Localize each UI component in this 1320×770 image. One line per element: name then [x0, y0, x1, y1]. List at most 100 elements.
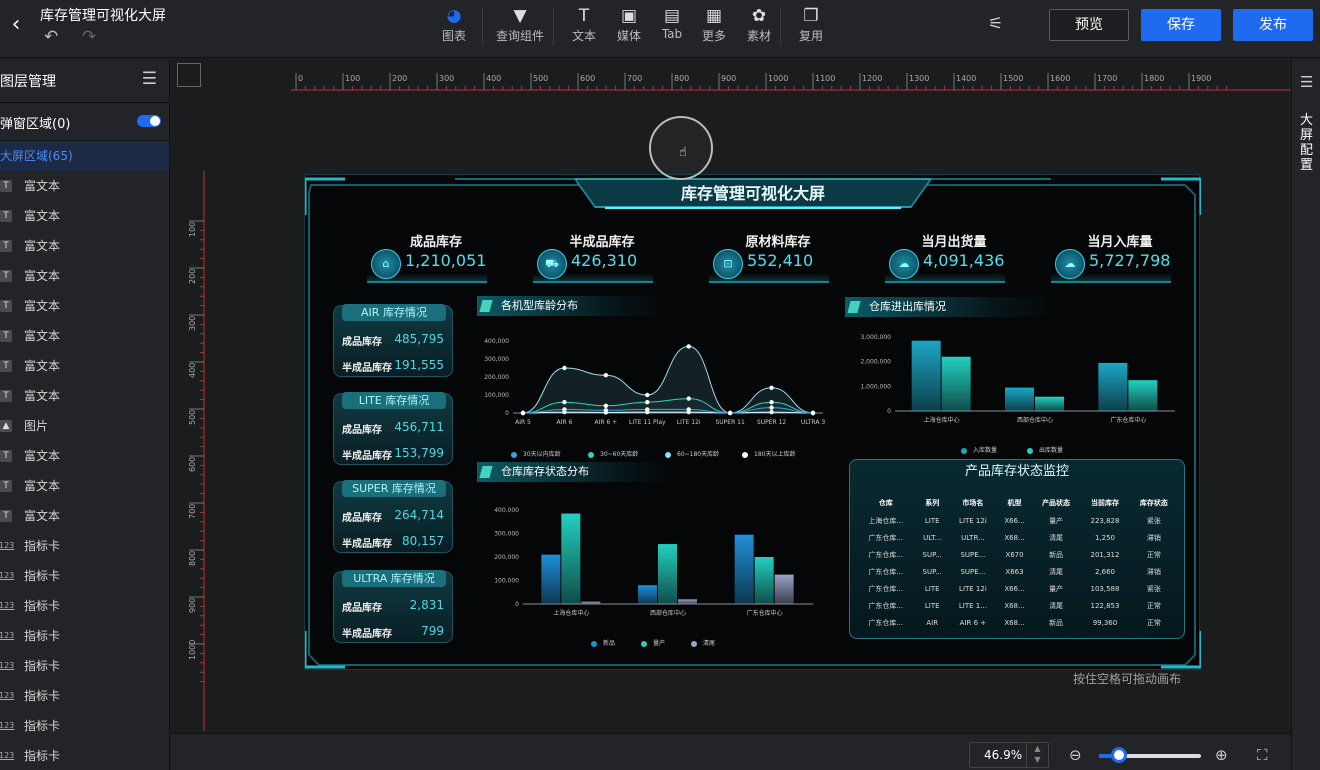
table-row[interactable]: 广东仓库... SUP... SUPE... X670 新品 201,312 正常 — [856, 546, 1178, 563]
layer-item-label: 富文本 — [24, 479, 61, 493]
series-card-title: LITE 库存情况 — [342, 392, 446, 409]
table-cell: SUPE... — [960, 550, 986, 559]
toolbar-copy-button[interactable]: ❐ 复用 — [787, 5, 835, 44]
sliders-settings-icon[interactable]: ⚟ — [988, 14, 1003, 34]
layer-item-label: 富文本 — [24, 179, 61, 193]
toolbar-text-button[interactable]: T 文本 — [560, 5, 608, 44]
redo-icon[interactable]: ↷ — [82, 27, 96, 47]
data-point — [603, 403, 609, 408]
layer-item[interactable]: T 富文本 — [0, 441, 169, 471]
table-cell: 正常 — [1146, 618, 1161, 627]
ruler-corner-icon[interactable] — [177, 63, 201, 87]
back-chevron-icon[interactable]: ‹ — [6, 12, 26, 38]
layer-item[interactable]: T 富文本 — [0, 231, 169, 261]
tab-icon: ▤ — [663, 6, 681, 26]
layer-item[interactable]: 123 指标卡 — [0, 621, 169, 651]
toolbar-tab-button[interactable]: ▤ Tab — [648, 5, 696, 41]
data-point — [603, 373, 609, 378]
layer-item[interactable]: T 富文本 — [0, 321, 169, 351]
bar — [541, 554, 561, 604]
fit-screen-icon[interactable]: ⛶ — [1257, 746, 1268, 764]
text-layer-icon: T — [0, 480, 12, 492]
dashboard-screen[interactable]: 库存管理可视化大屏 成品库存 ⌂ 1,210,051 半成品库存 ⛟ 426,310 原材料… — [304, 174, 1201, 670]
table-row[interactable]: 上海仓库... LITE LITE 12i X66... 量产 223,828 紧张 — [856, 512, 1178, 529]
table-row[interactable]: 广东仓库... LITE LITE 12i X66... 量产 103,588 紧张 — [856, 580, 1178, 597]
ruler-label: 1200 — [862, 74, 882, 83]
zoom-in-icon[interactable]: ⊕ — [1215, 746, 1228, 764]
series-card-row-value: 456,711 — [394, 420, 444, 434]
publish-button[interactable]: 发布 — [1233, 9, 1313, 41]
layer-item[interactable]: ▲ 图片 — [0, 411, 169, 441]
layer-item[interactable]: T 富文本 — [0, 501, 169, 531]
toolbar-pie-chart-button[interactable]: ◕ 图表 — [430, 5, 478, 44]
layer-item[interactable]: T 富文本 — [0, 381, 169, 411]
table-cell: LITE 1... — [958, 601, 987, 610]
layer-item[interactable]: T 富文本 — [0, 471, 169, 501]
undo-icon[interactable]: ↶ — [44, 27, 58, 47]
ruler-label: 100 — [188, 222, 197, 237]
menu-icon[interactable]: ☰ — [142, 69, 157, 89]
metric-card-layer-icon: 123 — [0, 661, 15, 670]
table-cell: 紧张 — [1146, 516, 1161, 525]
preview-button[interactable]: 预览 — [1049, 9, 1129, 41]
toolbar-filter-button[interactable]: ▼ 查询组件 — [496, 5, 544, 44]
table-row[interactable]: 广东仓库... ULT... ULTR... X68... 清尾 1,250 滞销 — [856, 529, 1178, 546]
zoom-stepper[interactable]: ▲ ▼ — [1026, 743, 1048, 767]
inventory-status-table: 仓库 系列 市场名 机型 产品状态 当前库存 库存状态 上海仓库... LITE LITE 12i… — [856, 494, 1178, 631]
vertical-ruler: 100 200 300 400 500 600 700 800 900 1000 — [188, 171, 205, 731]
text-icon: T — [578, 6, 590, 26]
right-panel: ☰ 大屏配置 — [1291, 59, 1320, 770]
layer-item[interactable]: T 富文本 — [0, 351, 169, 381]
text-layer-icon: T — [0, 270, 12, 282]
zoom-bar: 46.9% ▲ ▼ ⊖ ⊕ ⛶ — [171, 733, 1291, 770]
ruler-label: 900 — [721, 74, 736, 83]
bar — [911, 340, 941, 411]
table-cell: 清尾 — [1049, 601, 1064, 610]
screen-config-tab[interactable]: 大屏配置 — [1300, 113, 1314, 173]
layer-item[interactable]: T 富文本 — [0, 171, 169, 201]
text-layer-icon: T — [0, 390, 12, 402]
layer-item[interactable]: 123 指标卡 — [0, 591, 169, 621]
toolbar-separator — [553, 8, 554, 46]
kpi-label: 半成品库存 — [569, 235, 635, 250]
layer-item[interactable]: 123 指标卡 — [0, 651, 169, 681]
layer-item[interactable]: T 富文本 — [0, 201, 169, 231]
age-line-chart: 0 100,000 200,000 300,000 400,000 AIR 5 AIR 6 A… — [484, 338, 825, 426]
layer-item[interactable]: T 富文本 — [0, 261, 169, 291]
ruler-label: 1000 — [188, 640, 197, 660]
table-row[interactable]: 广东仓库... LITE LITE 1... X68... 清尾 122,853 正常 — [856, 597, 1178, 614]
ruler-label: 0 — [298, 74, 303, 83]
layer-item[interactable]: 123 指标卡 — [0, 741, 169, 770]
ruler-label: 1000 — [768, 74, 788, 83]
table-cell: 广东仓库... — [868, 584, 904, 593]
popup-area-toggle[interactable] — [137, 115, 161, 127]
layer-item[interactable]: 123 指标卡 — [0, 681, 169, 711]
screen-area-group[interactable]: 大屏区域(65) — [0, 141, 169, 171]
legend-swatch — [961, 447, 967, 454]
layer-item[interactable]: 123 指标卡 — [0, 531, 169, 561]
zoom-out-icon[interactable]: ⊖ — [1069, 746, 1082, 764]
toolbar-image-button[interactable]: ▣ 媒体 — [605, 5, 653, 44]
toolbar-grid-button[interactable]: ▦ 更多 — [690, 5, 738, 44]
ruler-label: 1100 — [815, 74, 835, 83]
table-row[interactable]: 广东仓库... AIR AIR 6 + X68... 新品 99,360 正常 — [856, 614, 1178, 631]
layer-item-label: 指标卡 — [24, 749, 61, 763]
ruler-label: 900 — [188, 598, 197, 613]
layer-item[interactable]: T 富文本 — [0, 291, 169, 321]
toolbar-palette-button[interactable]: ✿ 素材 — [735, 5, 783, 44]
zoom-input[interactable]: 46.9% ▲ ▼ — [969, 742, 1049, 768]
hand-cursor-icon: ☝ — [679, 145, 687, 160]
zoom-slider-knob[interactable] — [1111, 747, 1128, 763]
save-button[interactable]: 保存 — [1141, 9, 1221, 41]
ruler-label: 200 — [392, 74, 407, 83]
menu-icon[interactable]: ☰ — [1300, 73, 1313, 91]
inout-bar-chart: 0 1,000,000 2,000,000 3,000,000 上海仓库中心 西部仓库中心… — [860, 334, 1175, 424]
layer-item[interactable]: 123 指标卡 — [0, 561, 169, 591]
layer-item-label: 图片 — [24, 419, 49, 433]
table-row[interactable]: 广东仓库... SUP... SUPE... X663 清尾 2,660 滞销 — [856, 563, 1178, 580]
series-inventory-card: AIR 库存情况 成品库存 485,795 半成品库存 191,555 — [333, 304, 453, 377]
layer-item[interactable]: 123 指标卡 — [0, 711, 169, 741]
y-tick-label: 200,000 — [494, 554, 519, 561]
zoom-slider[interactable] — [1099, 747, 1201, 763]
x-tick-label: AIR 5 — [515, 419, 531, 426]
